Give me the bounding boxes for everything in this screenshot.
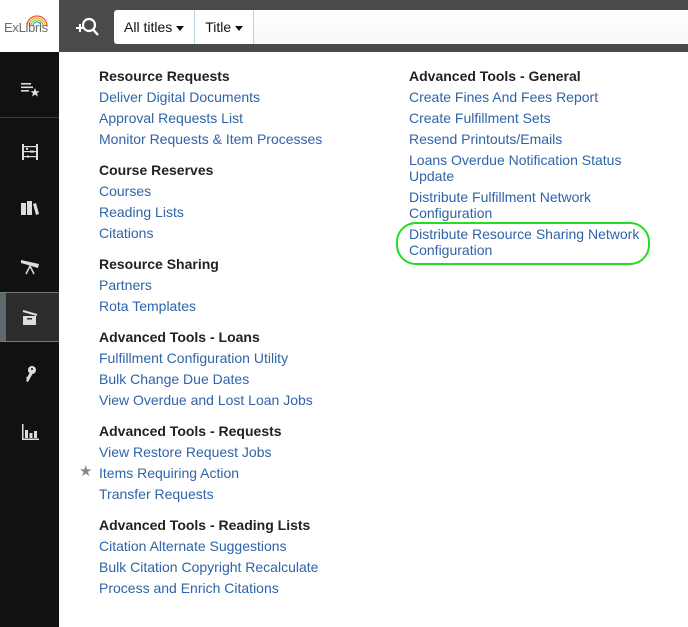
telescope-icon	[20, 260, 39, 275]
section-advanced-tools-general: Advanced Tools - General Create Fines An…	[409, 68, 659, 258]
sidebar-item-admin[interactable]	[0, 349, 59, 399]
scope-dropdown-label: All titles	[124, 19, 173, 35]
section-resource-sharing: Resource Sharing Partners Rota Templates	[99, 256, 379, 314]
link-partners[interactable]: Partners	[99, 277, 379, 293]
menu-right-column: Advanced Tools - General Create Fines An…	[409, 68, 659, 273]
link-label: Items Requiring Action	[99, 465, 240, 481]
sidebar	[0, 52, 59, 627]
link-create-fines-fees-report[interactable]: Create Fines And Fees Report	[409, 89, 659, 105]
link-deliver-digital-documents[interactable]: Deliver Digital Documents	[99, 89, 379, 105]
link-view-overdue-lost-loan-jobs[interactable]: View Overdue and Lost Loan Jobs	[99, 392, 379, 408]
books-icon	[20, 201, 39, 215]
section-title: Course Reserves	[99, 162, 214, 178]
field-dropdown[interactable]: Title	[195, 10, 255, 44]
link-monitor-requests[interactable]: Monitor Requests & Item Processes	[99, 131, 379, 147]
sidebar-item-resources[interactable]	[0, 183, 59, 233]
bar-chart-icon	[21, 424, 39, 440]
advanced-search-button[interactable]	[73, 13, 101, 41]
field-dropdown-label: Title	[205, 19, 232, 35]
link-citation-alternate-suggestions[interactable]: Citation Alternate Suggestions	[99, 538, 379, 554]
abacus-icon	[21, 144, 38, 160]
section-title: Advanced Tools - General	[409, 68, 581, 84]
menu-left-column: Resource Requests Deliver Digital Docume…	[79, 68, 379, 611]
link-view-restore-request-jobs[interactable]: View Restore Request Jobs	[99, 444, 379, 460]
search-bar: All titles Title	[114, 10, 688, 44]
sidebar-divider	[0, 117, 59, 118]
link-transfer-requests[interactable]: Transfer Requests	[99, 486, 379, 502]
sidebar-item-tasks[interactable]	[0, 64, 59, 114]
advanced-search-icon	[76, 17, 99, 36]
link-bulk-change-due-dates[interactable]: Bulk Change Due Dates	[99, 371, 379, 387]
section-resource-requests: Resource Requests Deliver Digital Docume…	[99, 68, 379, 147]
logo-text: ExLibris	[4, 20, 48, 35]
sidebar-item-acquisitions[interactable]	[0, 127, 59, 177]
chevron-down-icon	[235, 25, 244, 31]
link-items-requiring-action[interactable]: ★ Items Requiring Action	[79, 464, 379, 482]
link-citations[interactable]: Citations	[99, 225, 379, 241]
link-distribute-resource-sharing-network-configuration[interactable]: Distribute Resource Sharing Network Conf…	[409, 226, 659, 258]
top-bar: ExLibris All titles Title	[0, 0, 688, 52]
section-course-reserves: Course Reserves Courses Reading Lists Ci…	[99, 162, 379, 241]
section-title: Advanced Tools - Reading Lists	[99, 517, 311, 533]
link-resend-printouts-emails[interactable]: Resend Printouts/Emails	[409, 131, 659, 147]
link-reading-lists[interactable]: Reading Lists	[99, 204, 379, 220]
search-input[interactable]	[254, 10, 688, 44]
link-rota-templates[interactable]: Rota Templates	[99, 298, 379, 314]
section-title: Advanced Tools - Loans	[99, 329, 260, 345]
link-approval-requests-list[interactable]: Approval Requests List	[99, 110, 379, 126]
star-icon[interactable]: ★	[79, 464, 92, 480]
sidebar-item-discovery[interactable]	[0, 240, 59, 290]
sidebar-item-fulfillment[interactable]	[0, 292, 59, 342]
section-title: Resource Sharing	[99, 256, 219, 272]
section-advanced-tools-reading-lists: Advanced Tools - Reading Lists Citation …	[99, 517, 379, 596]
box-icon	[22, 310, 37, 325]
sidebar-item-analytics[interactable]	[0, 407, 59, 457]
link-fulfillment-configuration-utility[interactable]: Fulfillment Configuration Utility	[99, 350, 379, 366]
link-loans-overdue-notification-status-update[interactable]: Loans Overdue Notification Status Update	[409, 152, 659, 184]
list-star-icon	[20, 83, 39, 97]
exlibris-logo[interactable]: ExLibris	[0, 0, 59, 52]
chevron-down-icon	[176, 25, 185, 31]
link-distribute-fulfillment-network-configuration[interactable]: Distribute Fulfillment Network Configura…	[409, 189, 659, 221]
link-process-enrich-citations[interactable]: Process and Enrich Citations	[99, 580, 379, 596]
section-advanced-tools-loans: Advanced Tools - Loans Fulfillment Confi…	[99, 329, 379, 408]
section-title: Resource Requests	[99, 68, 230, 84]
link-create-fulfillment-sets[interactable]: Create Fulfillment Sets	[409, 110, 659, 126]
link-courses[interactable]: Courses	[99, 183, 379, 199]
link-bulk-citation-copyright-recalculate[interactable]: Bulk Citation Copyright Recalculate	[99, 559, 379, 575]
key-icon	[25, 366, 36, 382]
scope-dropdown[interactable]: All titles	[114, 10, 196, 44]
section-title: Advanced Tools - Requests	[99, 423, 282, 439]
section-advanced-tools-requests: Advanced Tools - Requests View Restore R…	[79, 423, 379, 502]
